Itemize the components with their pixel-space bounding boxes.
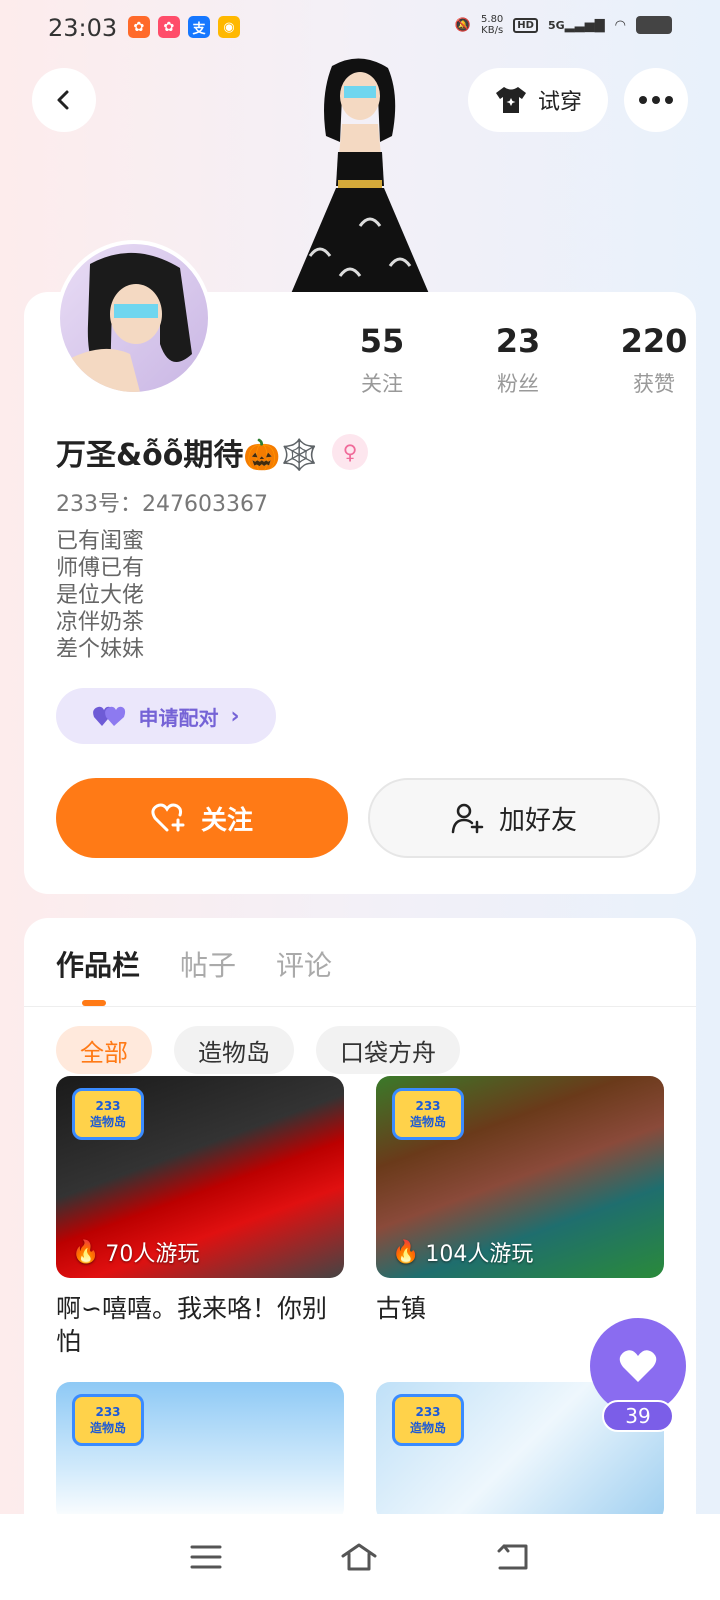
follow-label: 关注: [200, 805, 253, 836]
stat-label: 粉丝: [497, 372, 539, 396]
nickname-row: 万圣&ỗỗ期待🎃🕸️ ♀: [56, 430, 369, 474]
status-time: 23:03: [48, 14, 118, 42]
add-user-icon: [451, 803, 484, 834]
filter-creation-island[interactable]: 造物岛: [174, 1026, 294, 1074]
notification-icons: ✿ ✿ 支 ◉: [128, 16, 240, 38]
more-button[interactable]: [624, 68, 688, 132]
game-thumbnail: 233 造物岛: [56, 1382, 344, 1522]
filter-all[interactable]: 全部: [56, 1026, 152, 1074]
stat-likes[interactable]: 220 获赞: [586, 322, 720, 398]
stat-following[interactable]: 55 关注: [314, 322, 450, 398]
try-on-button[interactable]: 试穿: [468, 68, 608, 132]
bio-line: 差个妹妹: [56, 637, 145, 662]
profile-stats: 55 关注 23 粉丝 220 获赞: [314, 322, 720, 398]
game-card[interactable]: 233 造物岛 🔥 70人游玩 啊∽嘻嘻。我来咯！你别怕: [56, 1076, 344, 1358]
stat-value: 55: [359, 322, 405, 360]
flame-icon: 🔥: [392, 1239, 420, 1265]
weibo-icon: ◉: [218, 16, 240, 38]
user-id: 233号：247603367: [56, 492, 268, 517]
tab-comments[interactable]: 评论: [276, 944, 332, 984]
bio: 已有闺蜜 师傅已有 是位大佬 凉伴奶茶 差个妹妹: [56, 528, 144, 663]
hd-badge: HD: [513, 17, 538, 33]
bio-line: 凉伴奶茶: [56, 610, 145, 635]
net-speed: 5.80 KB/s: [481, 14, 504, 36]
chevron-left-icon: [57, 90, 69, 110]
wifi-icon: ◠: [614, 17, 626, 33]
add-friend-label: 加好友: [498, 805, 577, 836]
female-gender-icon: ♀: [332, 434, 369, 470]
pair-label: 申请配对: [138, 705, 219, 730]
stat-value: 220: [620, 322, 688, 360]
like-count-badge: 39: [602, 1400, 674, 1432]
shirt-icon: [495, 87, 526, 113]
add-friend-button[interactable]: 加好友: [368, 778, 660, 858]
app-notification-icon: ✿: [128, 16, 150, 38]
chevron-right-icon: ›: [230, 703, 240, 729]
bio-line: 师傅已有: [56, 556, 145, 581]
mute-bell-icon: 🔕: [454, 17, 472, 33]
menu-icon[interactable]: [190, 1544, 222, 1570]
tab-posts[interactable]: 帖子: [180, 944, 236, 984]
creation-island-badge: 233 造物岛: [392, 1394, 464, 1446]
more-dots-icon: [639, 96, 673, 104]
stat-value: 23: [495, 322, 541, 360]
nickname: 万圣&ỗỗ期待🎃🕸️: [56, 438, 319, 473]
works-section: 作品栏 帖子 评论 全部 造物岛 口袋方舟 233 造物岛 🔥 70人游玩 啊∽嘻…: [24, 918, 696, 1600]
heart-icon: [619, 1350, 657, 1382]
game-card[interactable]: 233 造物岛: [56, 1382, 344, 1522]
creation-island-badge: 233 造物岛: [392, 1088, 464, 1140]
player-count: 🔥 70人游玩: [72, 1239, 200, 1268]
avatar-character-image: [290, 58, 430, 296]
alipay-icon: 支: [188, 16, 210, 38]
heart-plus-icon: [151, 803, 185, 832]
creation-island-badge: 233 造物岛: [72, 1088, 144, 1140]
back-button[interactable]: [32, 68, 96, 132]
status-bar: 23:03 ✿ ✿ 支 ◉ 🔕 5.80 KB/s HD 5G▂▃▅▇ ◠: [0, 0, 720, 56]
stat-followers[interactable]: 23 粉丝: [450, 322, 586, 398]
bio-line: 是位大佬: [56, 583, 145, 608]
signal-indicator: 5G▂▃▅▇: [547, 17, 605, 33]
filter-pocket-ark[interactable]: 口袋方舟: [316, 1026, 460, 1074]
creation-island-badge: 233 造物岛: [72, 1394, 144, 1446]
game-thumbnail: 233 造物岛 🔥 104人游玩: [376, 1076, 664, 1278]
home-icon[interactable]: [340, 1542, 378, 1572]
stat-label: 获赞: [633, 372, 675, 396]
stat-label: 关注: [361, 372, 403, 396]
content-tabs: 作品栏 帖子 评论: [56, 944, 332, 984]
avatar[interactable]: [56, 240, 212, 396]
game-title: 啊∽嘻嘻。我来咯！你别怕: [56, 1294, 327, 1356]
game-card[interactable]: 233 造物岛 🔥 104人游玩 古镇: [376, 1076, 664, 1325]
try-on-label: 试穿: [537, 90, 582, 115]
bio-line: 已有闺蜜: [56, 529, 145, 554]
system-nav-bar: [0, 1514, 720, 1600]
flame-icon: 🔥: [72, 1239, 100, 1265]
status-right: 🔕 5.80 KB/s HD 5G▂▃▅▇ ◠: [455, 14, 672, 36]
battery-icon: [636, 16, 672, 34]
double-heart-icon: [93, 706, 126, 726]
filter-chips: 全部 造物岛 口袋方舟: [56, 1026, 460, 1074]
game-thumbnail: 233 造物岛 🔥 70人游玩: [56, 1076, 344, 1278]
player-count: 🔥 104人游玩: [392, 1239, 534, 1268]
tab-works[interactable]: 作品栏: [56, 944, 140, 984]
follow-button[interactable]: 关注: [56, 778, 348, 858]
app-notification-icon: ✿: [158, 16, 180, 38]
back-nav-icon[interactable]: [496, 1543, 530, 1571]
request-pair-button[interactable]: 申请配对 ›: [56, 688, 276, 744]
divider: [24, 1006, 696, 1007]
